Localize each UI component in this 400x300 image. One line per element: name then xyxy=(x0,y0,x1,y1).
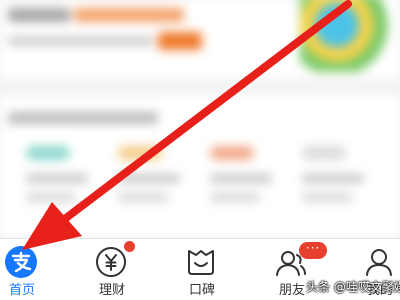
annotation-arrow xyxy=(22,0,352,250)
alipay-home-screen: 首页 理财 口碑 朋友 我的 ··· 头条 @哇哎文聚娱 xyxy=(0,0,400,300)
watermark-text: 头条 @哇哎文聚娱 xyxy=(306,280,400,294)
